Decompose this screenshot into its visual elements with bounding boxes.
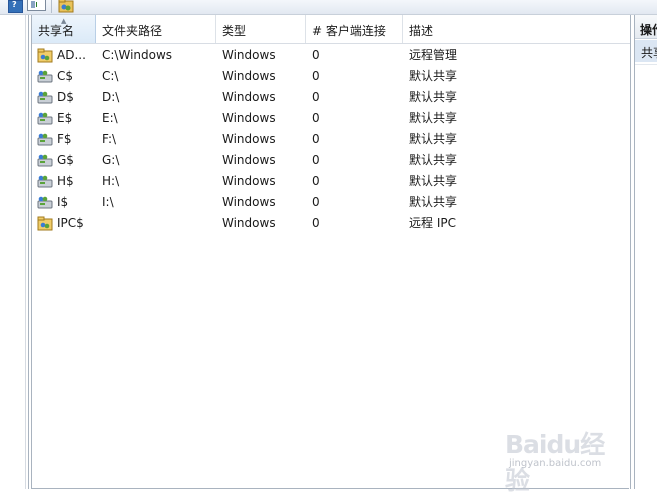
share-type: Windows <box>222 48 276 62</box>
drive-share-icon <box>37 111 53 126</box>
drive-share-icon <box>37 195 53 210</box>
share-name: D$ <box>57 90 74 104</box>
column-header-label: # 客户端连接 <box>312 24 386 38</box>
table-row[interactable]: H$ H:\ Windows 0 默认共享 <box>32 171 630 192</box>
drive-share-icon <box>37 90 53 105</box>
share-name: F$ <box>57 132 72 146</box>
drive-share-icon <box>37 132 53 147</box>
folder-path: C:\ <box>102 69 119 83</box>
client-connections: 0 <box>312 174 320 188</box>
share-name: I$ <box>57 195 69 209</box>
share-type: Windows <box>222 69 276 83</box>
client-connections: 0 <box>312 195 320 209</box>
navigation-pane[interactable] <box>0 15 29 489</box>
actions-pane-title: 操作 <box>635 15 657 39</box>
folder-path: H:\ <box>102 174 120 188</box>
toolbar-separator <box>51 0 52 13</box>
client-connections: 0 <box>312 132 320 146</box>
table-row[interactable]: G$ G:\ Windows 0 默认共享 <box>32 150 630 171</box>
help-icon[interactable] <box>8 0 23 13</box>
list-header: ▲ 共享名 文件夹路径 类型 # 客户端连接 描述 <box>32 15 630 44</box>
watermark-url: jingyan.baidu.com <box>509 458 602 469</box>
table-row[interactable]: E$ E:\ Windows 0 默认共享 <box>32 108 630 129</box>
table-row[interactable]: F$ F:\ Windows 0 默认共享 <box>32 129 630 150</box>
client-connections: 0 <box>312 111 320 125</box>
share-description: 远程 IPC <box>409 216 456 230</box>
share-type: Windows <box>222 132 276 146</box>
share-name: G$ <box>57 153 74 167</box>
shared-folder-icon[interactable] <box>58 0 74 15</box>
toolbar <box>0 0 657 15</box>
table-row[interactable]: IPC$ Windows 0 远程 IPC <box>32 213 630 234</box>
column-header-label: 类型 <box>222 24 247 38</box>
folder-path: F:\ <box>102 132 117 146</box>
share-description: 默认共享 <box>409 69 458 83</box>
share-description: 默认共享 <box>409 153 458 167</box>
drive-share-icon <box>37 174 53 189</box>
share-type: Windows <box>222 153 276 167</box>
column-header-label: 文件夹路径 <box>102 24 163 38</box>
client-connections: 0 <box>312 48 320 62</box>
folder-path: D:\ <box>102 90 120 104</box>
client-connections: 0 <box>312 153 320 167</box>
share-name: E$ <box>57 111 73 125</box>
navigation-pane-divider <box>25 15 26 489</box>
share-name: IPC$ <box>57 216 84 230</box>
admin-share-icon <box>37 48 53 63</box>
actions-pane: 操作 共享 <box>634 15 657 489</box>
folder-path: C:\Windows <box>102 48 173 62</box>
column-header-folder-path[interactable]: 文件夹路径 <box>96 15 216 43</box>
sort-ascending-icon: ▲ <box>61 17 67 25</box>
share-type: Windows <box>222 174 276 188</box>
client-connections: 0 <box>312 216 320 230</box>
column-header-label: 描述 <box>409 24 434 38</box>
share-type: Windows <box>222 90 276 104</box>
table-row[interactable]: I$ I:\ Windows 0 默认共享 <box>32 192 630 213</box>
share-type: Windows <box>222 195 276 209</box>
baidu-watermark: Baidu经验 jingyan.baidu.com <box>505 425 623 495</box>
table-row[interactable]: D$ D:\ Windows 0 默认共享 <box>32 87 630 108</box>
ipc-share-icon <box>37 216 53 231</box>
column-header-description[interactable]: 描述 <box>403 15 630 43</box>
share-description: 默认共享 <box>409 195 458 209</box>
show-hide-pane-icon[interactable] <box>27 0 46 11</box>
share-type: Windows <box>222 216 276 230</box>
drive-share-icon <box>37 153 53 168</box>
share-name: H$ <box>57 174 74 188</box>
folder-path: G:\ <box>102 153 120 167</box>
folder-path: E:\ <box>102 111 118 125</box>
share-description: 默认共享 <box>409 111 458 125</box>
column-header-client-connections[interactable]: # 客户端连接 <box>306 15 403 43</box>
folder-path: I:\ <box>102 195 114 209</box>
column-header-label: 共享名 <box>38 24 75 38</box>
shares-list-view[interactable]: ▲ 共享名 文件夹路径 类型 # 客户端连接 描述 AD... C:\Windo… <box>31 15 631 489</box>
share-type: Windows <box>222 111 276 125</box>
client-connections: 0 <box>312 69 320 83</box>
share-description: 远程管理 <box>409 48 458 62</box>
client-connections: 0 <box>312 90 320 104</box>
share-name: AD... <box>57 48 86 62</box>
share-description: 默认共享 <box>409 90 458 104</box>
share-description: 默认共享 <box>409 174 458 188</box>
table-row[interactable]: C$ C:\ Windows 0 默认共享 <box>32 66 630 87</box>
share-description: 默认共享 <box>409 132 458 146</box>
actions-pane-item-shares[interactable]: 共享 <box>635 40 657 62</box>
column-header-type[interactable]: 类型 <box>216 15 306 43</box>
drive-share-icon <box>37 69 53 84</box>
share-name: C$ <box>57 69 74 83</box>
column-header-share-name[interactable]: ▲ 共享名 <box>32 15 96 43</box>
table-row[interactable]: AD... C:\Windows Windows 0 远程管理 <box>32 45 630 66</box>
actions-pane-divider <box>635 64 657 65</box>
